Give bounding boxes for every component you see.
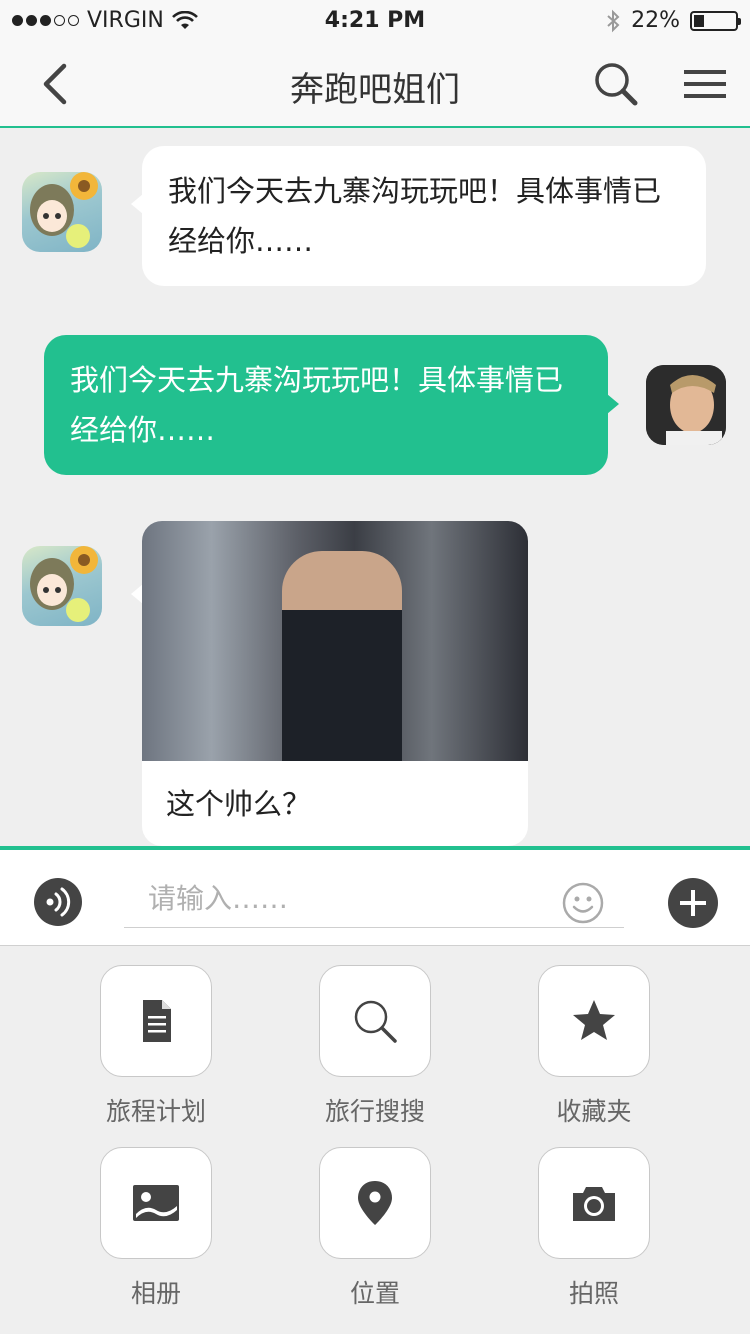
battery-percent: 22% xyxy=(631,8,680,33)
contact-avatar[interactable] xyxy=(22,172,102,252)
trip-plan-button[interactable] xyxy=(100,965,212,1077)
message-text: 经给你…… xyxy=(168,224,314,258)
travel-search-button[interactable] xyxy=(319,965,431,1077)
outgoing-message-bubble[interactable]: 我们今天去九寨沟玩玩吧！具体事情已 经给你…… xyxy=(44,335,608,475)
tool-label: 旅行搜搜 xyxy=(324,1097,425,1126)
tool-label: 拍照 xyxy=(568,1279,619,1308)
favorites-button[interactable] xyxy=(538,965,650,1077)
message-text: 我们今天去九寨沟玩玩吧！具体事情已 xyxy=(168,174,662,208)
message-input-field[interactable] xyxy=(124,870,624,928)
message-text: 经给你…… xyxy=(70,413,216,447)
document-icon xyxy=(143,1000,171,1042)
message-photo[interactable] xyxy=(142,521,528,761)
image-message[interactable]: 这个帅么？ xyxy=(142,521,528,846)
location-pin-icon xyxy=(358,1181,392,1225)
tool-label: 收藏夹 xyxy=(556,1097,632,1126)
voice-icon[interactable] xyxy=(34,878,82,926)
tools-panel: 旅程计划 旅行搜搜 收藏夹 相册 位置 拍照 xyxy=(0,946,750,1334)
location-button[interactable] xyxy=(319,1147,431,1259)
input-bar xyxy=(0,846,750,946)
message-input[interactable] xyxy=(124,870,624,927)
image-icon xyxy=(133,1185,179,1221)
status-right: 22% xyxy=(605,8,741,33)
plus-icon[interactable] xyxy=(668,878,718,928)
camera-button[interactable] xyxy=(538,1147,650,1259)
contact-avatar[interactable] xyxy=(22,546,102,626)
emoji-icon[interactable] xyxy=(562,882,604,924)
tool-label: 位置 xyxy=(349,1279,400,1308)
message-text: 我们今天去九寨沟玩玩吧！具体事情已 xyxy=(70,363,564,397)
nav-bar: 奔跑吧姐们 xyxy=(0,42,750,128)
bluetooth-icon xyxy=(607,9,620,32)
status-bar: VIRGIN 4:21 PM 22% xyxy=(0,0,750,42)
search-icon[interactable] xyxy=(592,60,640,108)
incoming-message-bubble[interactable]: 我们今天去九寨沟玩玩吧！具体事情已 经给你…… xyxy=(142,146,706,286)
bubble-tail xyxy=(607,394,619,414)
battery-icon xyxy=(690,10,741,31)
search-icon xyxy=(354,1000,397,1043)
image-caption: 这个帅么？ xyxy=(166,787,312,821)
tool-label: 旅程计划 xyxy=(105,1097,206,1126)
user-avatar[interactable] xyxy=(646,365,726,445)
album-button[interactable] xyxy=(100,1147,212,1259)
star-icon xyxy=(573,1000,615,1040)
camera-icon xyxy=(573,1187,615,1221)
chat-area[interactable]: 我们今天去九寨沟玩玩吧！具体事情已 经给你…… 我们今天去九寨沟玩玩吧！具体事情… xyxy=(0,128,750,846)
tool-label: 相册 xyxy=(130,1279,181,1308)
menu-icon[interactable] xyxy=(684,68,726,100)
